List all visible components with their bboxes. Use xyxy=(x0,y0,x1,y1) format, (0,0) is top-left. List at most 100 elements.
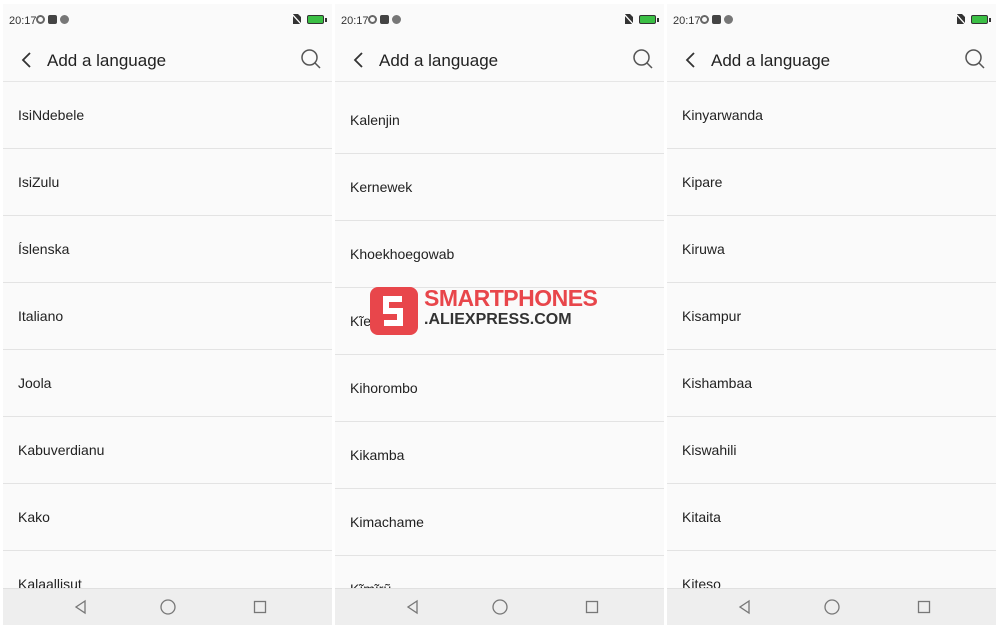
status-icons-right xyxy=(292,14,327,24)
back-arrow-icon[interactable] xyxy=(681,50,701,70)
language-name: Kihorombo xyxy=(350,380,418,396)
app-notification-icon xyxy=(60,15,69,24)
sync-icon xyxy=(36,15,45,24)
app-bar: Add a language xyxy=(667,37,996,81)
list-item[interactable]: Kĩmĩrũ xyxy=(335,556,664,590)
status-bar: 20:17 xyxy=(667,4,996,37)
list-item[interactable]: Italiano xyxy=(3,283,332,350)
search-icon[interactable] xyxy=(964,48,986,70)
watermark-line2: .ALIEXPRESS.COM xyxy=(424,311,572,328)
back-arrow-icon[interactable] xyxy=(349,50,369,70)
list-item[interactable]: Kabuverdianu xyxy=(3,417,332,484)
nav-home-icon[interactable] xyxy=(823,598,841,616)
navigation-bar xyxy=(3,588,332,625)
watermark-line1: SMARTPHONES xyxy=(424,285,598,311)
phone-screen-3: 20:17 Add a language Kinyarwanda Kipare … xyxy=(667,4,996,625)
list-item[interactable]: Khoekhoegowab xyxy=(335,221,664,288)
notification-icon xyxy=(712,15,721,24)
nav-recents-icon[interactable] xyxy=(583,598,601,616)
language-name: Kitaita xyxy=(682,509,721,525)
nav-home-icon[interactable] xyxy=(491,598,509,616)
status-icons-right xyxy=(624,14,659,24)
status-icons-left xyxy=(36,15,69,24)
app-notification-icon xyxy=(392,15,401,24)
back-arrow-icon[interactable] xyxy=(17,50,37,70)
language-name: Kinyarwanda xyxy=(682,107,763,123)
language-name: Kiswahili xyxy=(682,442,737,458)
page-title: Add a language xyxy=(711,51,831,70)
language-name: Khoekhoegowab xyxy=(350,246,455,262)
language-name: Kisampur xyxy=(682,308,742,324)
nav-recents-icon[interactable] xyxy=(251,598,269,616)
no-sim-icon xyxy=(624,14,633,24)
no-sim-icon xyxy=(292,14,301,24)
language-name: Kikamba xyxy=(350,447,405,463)
search-icon[interactable] xyxy=(632,48,654,70)
status-time: 20:17 xyxy=(673,15,701,27)
list-item[interactable]: Kiswahili xyxy=(667,417,996,484)
nav-back-icon[interactable] xyxy=(404,598,422,616)
nav-back-icon[interactable] xyxy=(72,598,90,616)
language-name: Kabuverdianu xyxy=(18,442,105,458)
app-bar: Add a language xyxy=(3,37,332,81)
list-item[interactable]: Joola xyxy=(3,350,332,417)
sync-icon xyxy=(700,15,709,24)
notification-icon xyxy=(380,15,389,24)
phone-screen-1: 20:17 Add a language IsiNdebele IsiZulu … xyxy=(3,4,332,625)
list-item[interactable]: Kihorombo xyxy=(335,355,664,422)
battery-charging-icon xyxy=(307,14,327,24)
watermark: SMARTPHONES .ALIEXPRESS.COM xyxy=(368,285,633,339)
search-icon[interactable] xyxy=(300,48,322,70)
status-bar: 20:17 xyxy=(335,4,664,37)
app-notification-icon xyxy=(724,15,733,24)
battery-charging-icon xyxy=(639,14,659,24)
status-icons-left xyxy=(700,15,733,24)
list-item[interactable]: Kinyarwanda xyxy=(667,82,996,149)
list-item[interactable]: Kisampur xyxy=(667,283,996,350)
list-item[interactable]: Íslenska xyxy=(3,216,332,283)
language-name: Kishambaa xyxy=(682,375,753,391)
list-item[interactable]: Kipare xyxy=(667,149,996,216)
sync-icon xyxy=(368,15,377,24)
status-bar: 20:17 xyxy=(3,4,332,37)
status-time: 20:17 xyxy=(9,15,37,27)
list-item[interactable]: Kako xyxy=(3,484,332,551)
page-title: Add a language xyxy=(47,51,167,70)
list-item[interactable]: Kimachame xyxy=(335,489,664,556)
watermark-logo-icon xyxy=(368,285,420,337)
language-name: IsiNdebele xyxy=(18,107,85,123)
language-name: Kimachame xyxy=(350,514,424,530)
list-item[interactable]: Kernewek xyxy=(335,154,664,221)
navigation-bar xyxy=(335,588,664,625)
list-item[interactable]: Kiteso xyxy=(667,551,996,590)
status-icons-right xyxy=(956,14,991,24)
navigation-bar xyxy=(667,588,996,625)
nav-back-icon[interactable] xyxy=(736,598,754,616)
language-name: Kiruwa xyxy=(682,241,725,257)
language-name: Kernewek xyxy=(350,179,413,195)
battery-charging-icon xyxy=(971,14,991,24)
list-item[interactable]: IsiZulu xyxy=(3,149,332,216)
status-time: 20:17 xyxy=(341,15,369,27)
list-item[interactable]: Kiruwa xyxy=(667,216,996,283)
no-sim-icon xyxy=(956,14,965,24)
language-list[interactable]: IsiNdebele IsiZulu Íslenska Italiano Joo… xyxy=(3,81,332,590)
language-name: IsiZulu xyxy=(18,174,60,190)
page-title: Add a language xyxy=(379,51,499,70)
list-item[interactable]: IsiNdebele xyxy=(3,82,332,149)
app-bar: Add a language xyxy=(335,37,664,81)
list-item[interactable]: Kikamba xyxy=(335,422,664,489)
language-name: Kako xyxy=(18,509,50,525)
language-name: Joola xyxy=(18,375,52,391)
list-item[interactable]: Kalaallisut xyxy=(3,551,332,590)
language-name: Kipare xyxy=(682,174,723,190)
list-item[interactable]: Kishambaa xyxy=(667,350,996,417)
nav-home-icon[interactable] xyxy=(159,598,177,616)
list-item[interactable]: Kalenjin xyxy=(335,87,664,154)
language-name: Kalenjin xyxy=(350,112,400,128)
list-item[interactable]: Kitaita xyxy=(667,484,996,551)
nav-recents-icon[interactable] xyxy=(915,598,933,616)
language-list[interactable]: Kinyarwanda Kipare Kiruwa Kisampur Kisha… xyxy=(667,81,996,590)
status-icons-left xyxy=(368,15,401,24)
language-name: Italiano xyxy=(18,308,64,324)
